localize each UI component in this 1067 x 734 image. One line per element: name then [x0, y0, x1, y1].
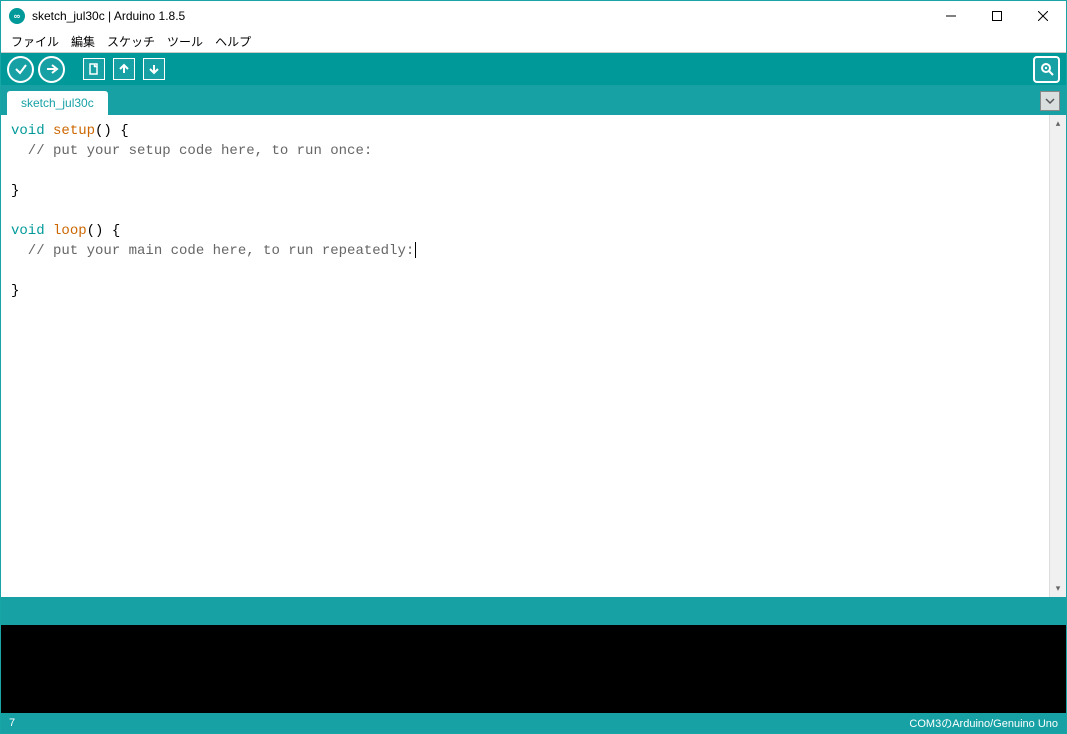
menu-file[interactable]: ファイル: [5, 31, 65, 52]
tab-menu-button[interactable]: [1040, 91, 1060, 111]
console-output[interactable]: [1, 625, 1066, 713]
comment: // put your main code here, to run repea…: [11, 243, 414, 259]
text-cursor: [415, 242, 416, 258]
code-text: }: [11, 283, 19, 299]
scroll-up-icon[interactable]: ▴: [1050, 115, 1066, 132]
code-editor[interactable]: void setup() { // put your setup code he…: [1, 115, 1049, 597]
upload-button[interactable]: [38, 56, 65, 83]
vertical-scrollbar[interactable]: ▴ ▾: [1049, 115, 1066, 597]
tabbar: sketch_jul30c: [1, 85, 1066, 115]
maximize-button[interactable]: [974, 1, 1020, 31]
minimize-button[interactable]: [928, 1, 974, 31]
titlebar: ∞ sketch_jul30c | Arduino 1.8.5: [1, 1, 1066, 31]
menu-tools[interactable]: ツール: [161, 31, 209, 52]
comment: // put your setup code here, to run once…: [11, 143, 372, 159]
editor-area: void setup() { // put your setup code he…: [1, 115, 1066, 597]
code-text: () {: [95, 123, 129, 139]
menubar: ファイル 編集 スケッチ ツール ヘルプ: [1, 31, 1066, 53]
menu-sketch[interactable]: スケッチ: [101, 31, 161, 52]
menu-help[interactable]: ヘルプ: [209, 31, 257, 52]
app-icon: ∞: [9, 8, 25, 24]
function-name: setup: [53, 123, 95, 139]
save-button[interactable]: [143, 58, 165, 80]
window-title: sketch_jul30c | Arduino 1.8.5: [32, 9, 928, 23]
status-message-bar: [1, 597, 1066, 625]
code-text: () {: [87, 223, 121, 239]
bottom-status-bar: 7 COM3のArduino/Genuino Uno: [1, 713, 1066, 733]
scroll-track[interactable]: [1050, 132, 1066, 580]
menu-edit[interactable]: 編集: [65, 31, 101, 52]
tab-sketch[interactable]: sketch_jul30c: [7, 91, 108, 115]
board-info: COM3のArduino/Genuino Uno: [909, 715, 1058, 731]
serial-monitor-button[interactable]: [1033, 56, 1060, 83]
code-text: }: [11, 183, 19, 199]
open-button[interactable]: [113, 58, 135, 80]
toolbar: [1, 53, 1066, 85]
close-button[interactable]: [1020, 1, 1066, 31]
line-number: 7: [9, 717, 15, 729]
function-name: loop: [53, 223, 87, 239]
window-controls: [928, 1, 1066, 31]
keyword: void: [11, 223, 45, 239]
keyword: void: [11, 123, 45, 139]
scroll-down-icon[interactable]: ▾: [1050, 580, 1066, 597]
verify-button[interactable]: [7, 56, 34, 83]
new-button[interactable]: [83, 58, 105, 80]
